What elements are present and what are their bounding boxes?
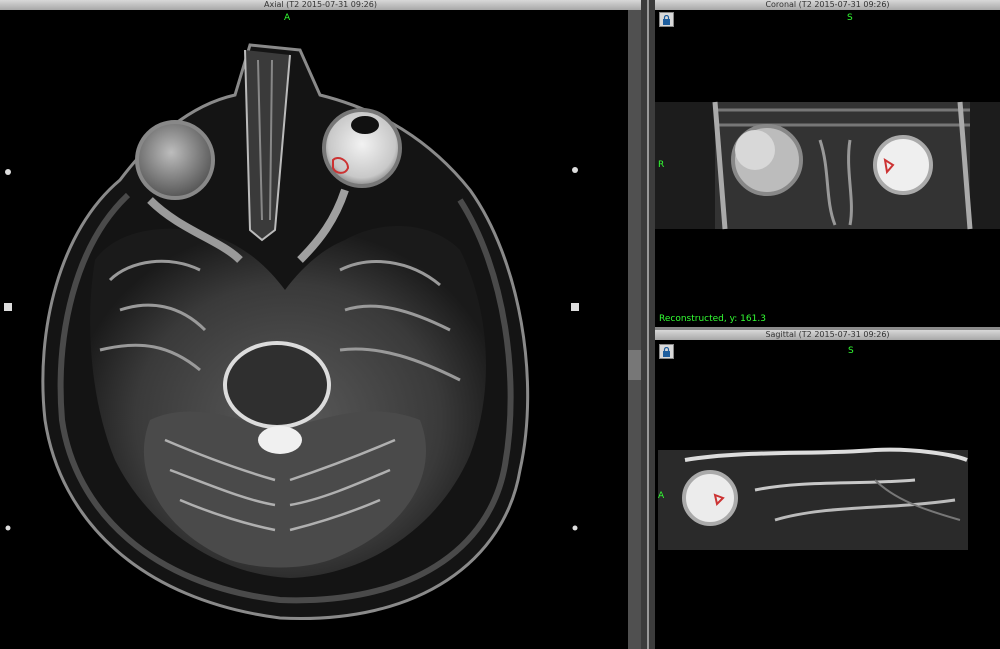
coronal-orientation-left: R xyxy=(658,160,665,170)
axial-scroll-thumb[interactable] xyxy=(628,350,641,380)
axial-viewport[interactable]: Axial (T2 2015-07-31 09:26) A xyxy=(0,0,641,649)
sagittal-orientation-left: A xyxy=(658,491,665,501)
sagittal-mri-image[interactable] xyxy=(655,330,1000,649)
coronal-lock-button[interactable] xyxy=(659,12,674,27)
lock-icon xyxy=(663,14,670,25)
axial-scrollbar[interactable] xyxy=(628,10,641,649)
coronal-mri-image[interactable] xyxy=(655,0,1000,327)
lock-icon xyxy=(663,346,670,357)
axial-mri-image[interactable] xyxy=(0,0,641,649)
vertical-splitter-line xyxy=(647,0,649,649)
coronal-orientation-top: S xyxy=(847,13,853,23)
coronal-viewport[interactable]: Coronal (T2 2015-07-31 09:26) S R Recons… xyxy=(655,0,1000,327)
sagittal-lock-button[interactable] xyxy=(659,344,674,359)
sagittal-orientation-top: S xyxy=(848,346,854,356)
coronal-footer: Reconstructed, y: 161.3 xyxy=(659,314,766,324)
sagittal-viewport[interactable]: Sagittal (T2 2015-07-31 09:26) S A xyxy=(655,330,1000,649)
axial-orientation-top: A xyxy=(284,13,291,23)
